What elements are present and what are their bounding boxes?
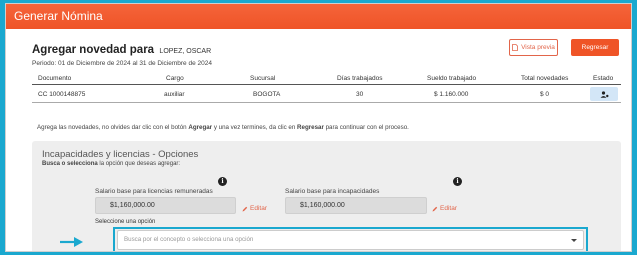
info-icon[interactable]: i [218,177,227,186]
cell-documento: CC 1000148875 [38,91,86,98]
help-text-part: Agrega las novedades, no olvides dar cli… [37,124,189,131]
panel-subtitle-bold: Busca o selecciona [42,161,98,167]
panel-subtitle: Busca o selecciona la opción que deseas … [42,161,180,167]
panel-title: Incapacidades y licencias - Opciones [42,149,199,160]
estado-button[interactable] [590,87,618,101]
edit-label: Editar [250,205,267,212]
incapacidades-panel: Incapacidades y licencias - Opciones Bus… [32,141,621,251]
pencil-icon [242,206,248,211]
cell-sueldo: $ 1.160.000 [434,91,469,98]
info-icon[interactable]: i [453,177,462,186]
cell-novedades: $ 0 [540,91,550,98]
cell-cargo: auxiliar [164,91,185,98]
select-label: Seleccione una opción [95,219,156,225]
edit-label: Editar [440,205,457,212]
col-cargo: Cargo [166,75,184,82]
novedad-heading: Agregar novedad para [32,44,155,56]
page-header: Generar Nómina [6,4,631,29]
document-icon [512,44,518,51]
edit-incapacidades-link[interactable]: Editar [432,205,457,212]
preview-label: Vista previa [521,44,555,51]
back-button[interactable]: Regresar [571,39,619,56]
col-estado: Estado [593,75,614,82]
app-window: Generar Nómina Agregar novedad para LOPE… [5,3,632,252]
select-placeholder: Busca por el concepto o selecciona una o… [124,236,254,243]
col-novedades: Total novedades [521,75,569,82]
col-documento: Documento [38,75,72,82]
employee-name: LOPEZ, OSCAR [159,48,212,55]
help-back-word: Regresar [297,124,324,131]
cell-dias: 30 [356,91,364,98]
panel-subtitle-rest: la opción que deseas agregar: [97,161,181,167]
col-sueldo: Sueldo trabajado [427,75,477,82]
table-header: Documento Cargo Sucursal Días trabajados… [32,72,621,85]
col-sucursal: Sucursal [250,75,276,82]
edit-licencias-link[interactable]: Editar [242,205,267,212]
cell-sucursal: BOGOTA [253,91,281,98]
preview-button[interactable]: Vista previa [509,39,558,56]
help-text-part: para continuar con el proceso. [323,124,409,131]
pencil-icon [432,206,438,211]
concept-select[interactable]: Busca por el concepto o selecciona una o… [117,230,584,250]
user-settings-icon [600,90,608,98]
back-label: Regresar [581,44,609,51]
arrow-right-icon [60,237,83,247]
col-dias: Días trabajados [337,75,383,82]
salario-incapacidades-field[interactable]: $1,160,000.00 [285,197,427,214]
help-text-part: y una vez termines, da clic en [212,124,298,131]
salario-licencias-field[interactable]: $1,160,000.00 [95,197,236,214]
period-text: Periodo: 01 de Diciembre de 2024 al 31 d… [32,60,212,67]
help-add-word: Agregar [188,124,213,131]
field1-label: Salario base para licencias remuneradas [95,188,213,195]
table-row: CC 1000148875 auxiliar BOGOTA 30 $ 1.160… [32,86,621,103]
chevron-down-icon [571,239,577,242]
novedad-title: Agregar novedad para LOPEZ, OSCAR [32,42,211,56]
page-title: Generar Nómina [14,9,103,23]
help-text: Agrega las novedades, no olvides dar cli… [37,124,409,131]
field2-label: Salario base para incapacidades [285,188,380,195]
